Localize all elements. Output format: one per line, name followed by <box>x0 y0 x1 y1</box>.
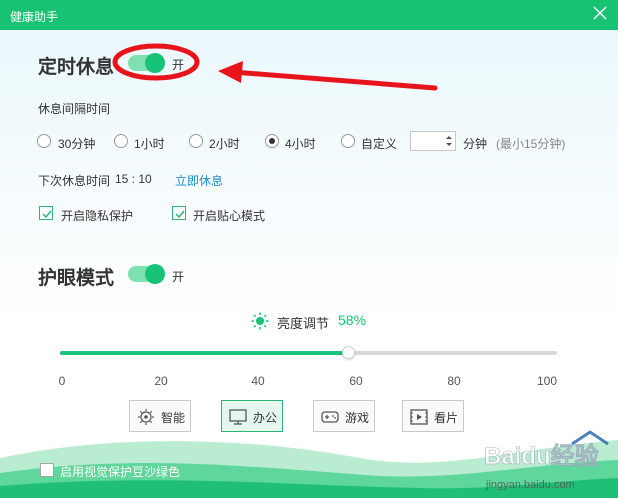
brightness-value: 58% <box>338 312 367 328</box>
green-bg-checkbox[interactable] <box>40 463 54 477</box>
brightness-slider[interactable] <box>60 346 557 359</box>
green-bg-checkbox-label: 启用视觉保护豆沙绿色 <box>60 465 181 479</box>
eye-toggle[interactable] <box>128 264 165 284</box>
sun-icon <box>251 312 269 330</box>
radio-custom-label: 自定义 <box>361 137 398 151</box>
radio-1h[interactable] <box>114 134 128 148</box>
close-icon[interactable] <box>592 5 608 21</box>
window-title: 健康助手 <box>10 10 59 24</box>
health-assistant-panel: 定时休息 开 休息间隔时间 30分钟 1小时 2小时 4小时 自定义 分钟 (最… <box>0 30 618 498</box>
custom-minutes-stepper[interactable] <box>410 131 456 151</box>
eye-title: 护眼模式 <box>38 267 115 289</box>
tick-60: 60 <box>349 374 363 388</box>
monitor-icon <box>229 409 247 425</box>
caring-checkbox-label: 开启贴心模式 <box>193 209 266 223</box>
check-icon <box>175 210 185 219</box>
check-icon <box>42 210 52 219</box>
radio-4h[interactable] <box>265 134 279 148</box>
radio-2h[interactable] <box>189 134 203 148</box>
baidu-jingyan-watermark: Baidu经验 jingyan.baidu.com <box>484 430 609 491</box>
film-icon <box>410 409 428 425</box>
brightness-slider-fill <box>60 351 348 355</box>
rest-now-link[interactable]: 立即休息 <box>175 172 223 189</box>
mode-game-label: 游戏 <box>345 411 370 425</box>
privacy-checkbox-label: 开启隐私保护 <box>61 209 134 223</box>
rest-title: 定时休息 <box>38 56 115 78</box>
tick-20: 20 <box>154 374 168 388</box>
radio-custom[interactable] <box>341 134 355 148</box>
custom-hint: (最小15分钟) <box>496 137 566 151</box>
brain-icon <box>138 409 154 425</box>
watermark-brand: Baidu经验 <box>484 442 599 470</box>
tick-40: 40 <box>251 374 265 388</box>
radio-30min-label: 30分钟 <box>58 137 96 151</box>
watermark-url: jingyan.baidu.com <box>485 479 575 491</box>
next-rest-label: 下次休息时间 <box>38 174 111 188</box>
radio-4h-label: 4小时 <box>285 137 316 151</box>
brightness-slider-thumb[interactable] <box>342 346 355 359</box>
tick-80: 80 <box>447 374 461 388</box>
mode-movie-label: 看片 <box>434 411 459 425</box>
gamepad-icon <box>321 411 339 423</box>
annotation-highlight <box>112 43 438 91</box>
eye-toggle-label: 开 <box>172 270 185 284</box>
tick-0: 0 <box>58 374 66 388</box>
tick-100: 100 <box>536 374 558 388</box>
radio-1h-label: 1小时 <box>134 137 165 151</box>
radio-30min[interactable] <box>37 134 51 148</box>
next-rest-time: 15 : 10 <box>115 172 152 186</box>
radio-2h-label: 2小时 <box>209 137 240 151</box>
caring-checkbox[interactable] <box>172 206 186 220</box>
custom-unit: 分钟 <box>463 137 488 151</box>
brightness-label: 亮度调节 <box>277 316 330 331</box>
interval-heading: 休息间隔时间 <box>38 102 111 116</box>
mode-smart-label: 智能 <box>161 411 186 425</box>
stepper-arrows-icon[interactable] <box>445 133 453 149</box>
title-bar: 健康助手 <box>0 0 618 30</box>
privacy-checkbox[interactable] <box>39 206 53 220</box>
mode-office-label: 办公 <box>253 411 278 425</box>
